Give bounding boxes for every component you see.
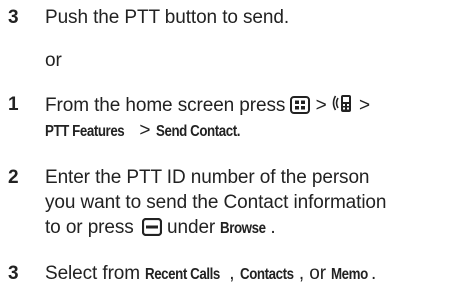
step-text: Select from bbox=[45, 263, 146, 284]
menu-path-ptt-features: PTT Features bbox=[45, 123, 125, 140]
instruction-page: 3 Push the PTT button to send. or 1 From… bbox=[0, 0, 465, 293]
step-text: to or press bbox=[45, 217, 134, 238]
step-text: , bbox=[229, 263, 240, 284]
or-text: or bbox=[45, 50, 62, 71]
step-text: Push the PTT button to send. bbox=[45, 7, 290, 28]
option-memo: Memo bbox=[331, 266, 368, 283]
step-line: to or press under Browse. bbox=[45, 215, 459, 241]
step-number: 2 bbox=[8, 167, 19, 188]
step-number: 3 bbox=[8, 263, 19, 284]
step-line: PTT Features > Send Contact. bbox=[45, 118, 459, 144]
step-number: 3 bbox=[8, 7, 19, 28]
step-text: . bbox=[270, 217, 276, 238]
menu-separator: > bbox=[134, 120, 156, 141]
ptt-phone-icon bbox=[332, 92, 354, 114]
softkey-icon bbox=[141, 218, 162, 236]
softkey-label-browse: Browse bbox=[220, 220, 266, 237]
step-text: From the home screen press bbox=[45, 95, 286, 116]
menu-key-icon bbox=[290, 96, 311, 114]
step-number: 1 bbox=[8, 94, 19, 115]
step-line: From the home screen press > > bbox=[45, 92, 459, 118]
step-text: Enter the PTT ID number of the person bbox=[45, 167, 370, 188]
step-text: under bbox=[161, 217, 221, 238]
option-recent-calls: Recent Calls bbox=[145, 266, 221, 283]
step-text: . bbox=[370, 263, 377, 284]
step-line: Select from Recent Calls, Contacts, or M… bbox=[45, 261, 459, 287]
step-text: , or bbox=[298, 263, 332, 284]
option-contacts: Contacts bbox=[239, 266, 294, 283]
menu-separator: > bbox=[310, 95, 332, 116]
step-text: you want to send the Contact information bbox=[45, 192, 387, 213]
menu-separator: > bbox=[353, 95, 371, 116]
menu-path-send-contact: Send Contact. bbox=[155, 123, 240, 140]
